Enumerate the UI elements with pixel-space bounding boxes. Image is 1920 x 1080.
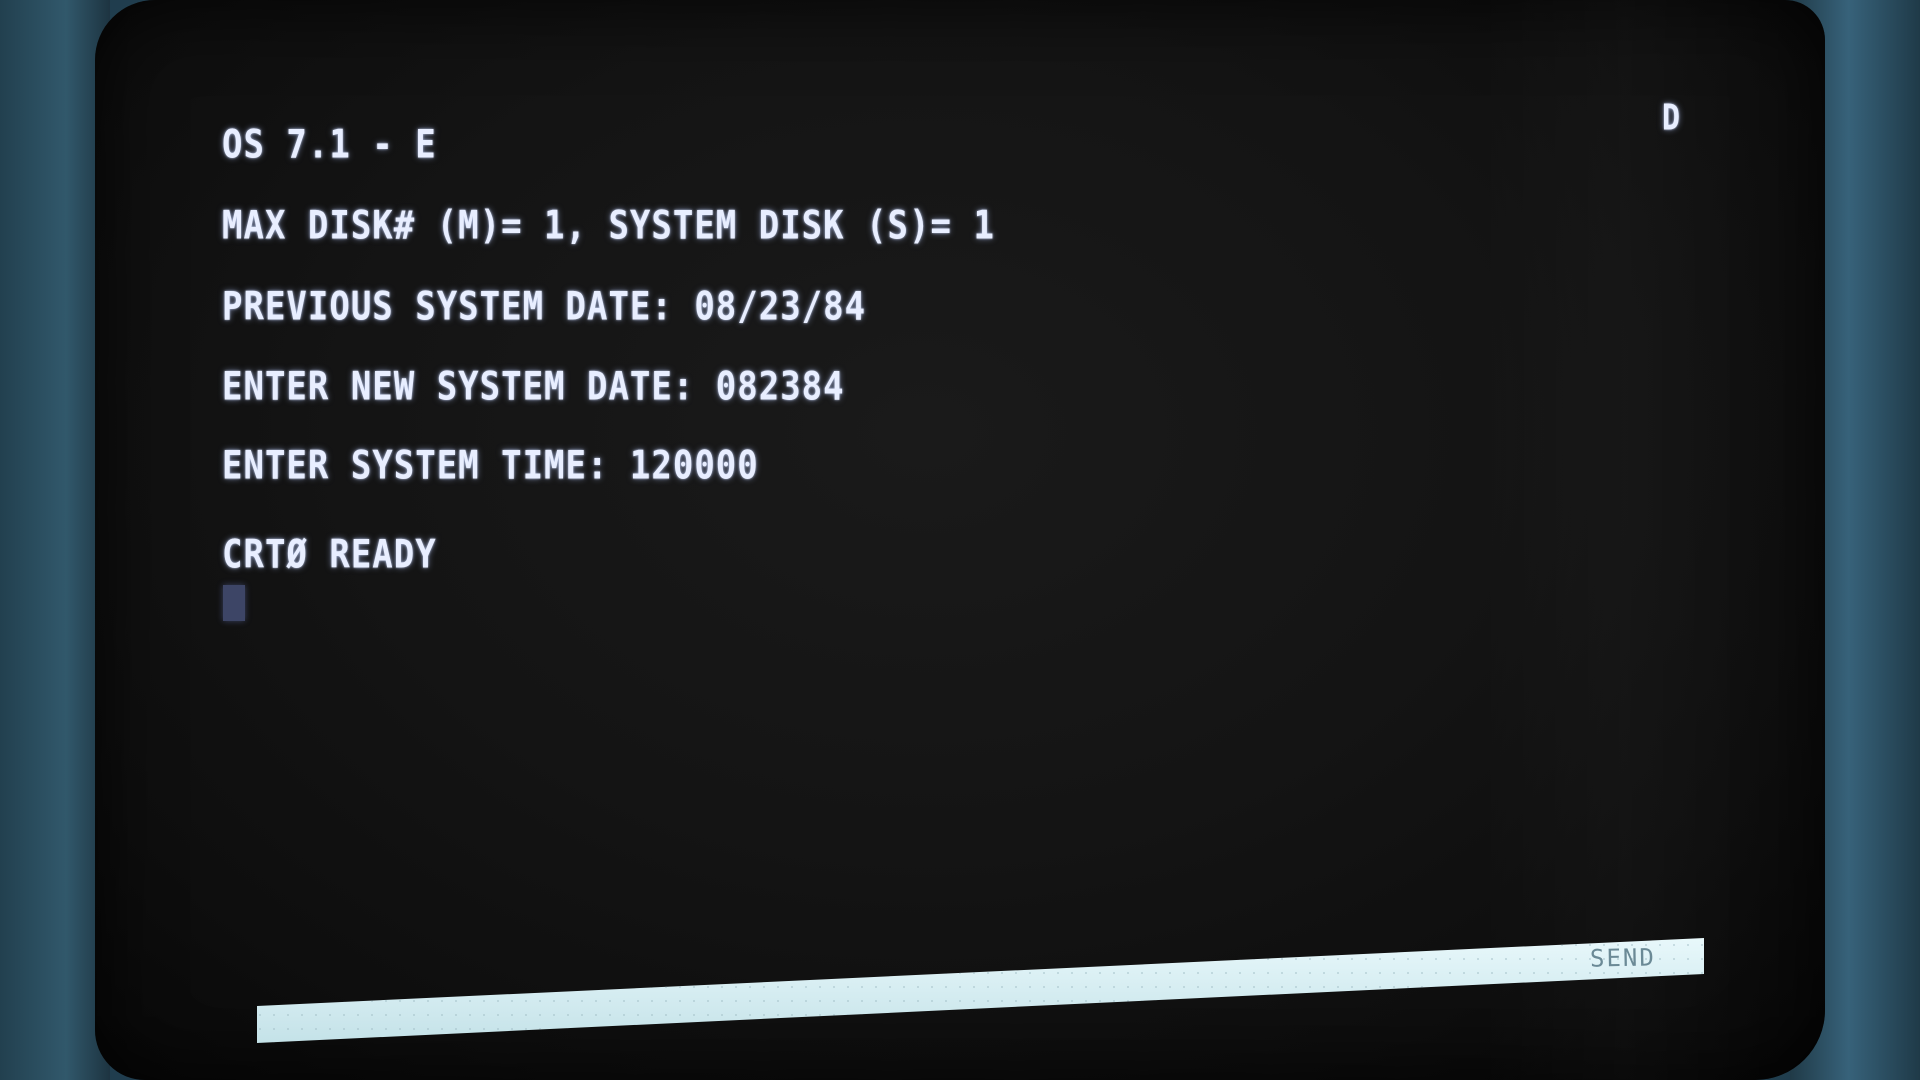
status-bar: [257, 938, 1704, 1043]
crt-screen: OS 7.1 - E MAX DISK# (M)= 1, SYSTEM DISK…: [95, 0, 1825, 1080]
terminal-line-system-time: ENTER SYSTEM TIME: 120000: [222, 443, 759, 489]
terminal-line-previous-date: PREVIOUS SYSTEM DATE: 08/23/84: [222, 284, 867, 330]
terminal-line-disk-config: MAX DISK# (M)= 1, SYSTEM DISK (S)= 1: [222, 203, 995, 249]
status-bar-graphic: [257, 938, 1704, 1043]
status-indicator: D: [1662, 97, 1682, 139]
terminal-line-os-version: OS 7.1 - E: [222, 122, 437, 168]
send-label: SEND: [1589, 943, 1657, 973]
block-cursor[interactable]: [223, 585, 245, 621]
monitor-bezel-left: [0, 0, 110, 1080]
terminal-output[interactable]: OS 7.1 - E MAX DISK# (M)= 1, SYSTEM DISK…: [95, 0, 1825, 1080]
terminal-line-ready: CRTØ READY: [222, 532, 437, 578]
terminal-line-new-date: ENTER NEW SYSTEM DATE: 082384: [222, 364, 845, 410]
